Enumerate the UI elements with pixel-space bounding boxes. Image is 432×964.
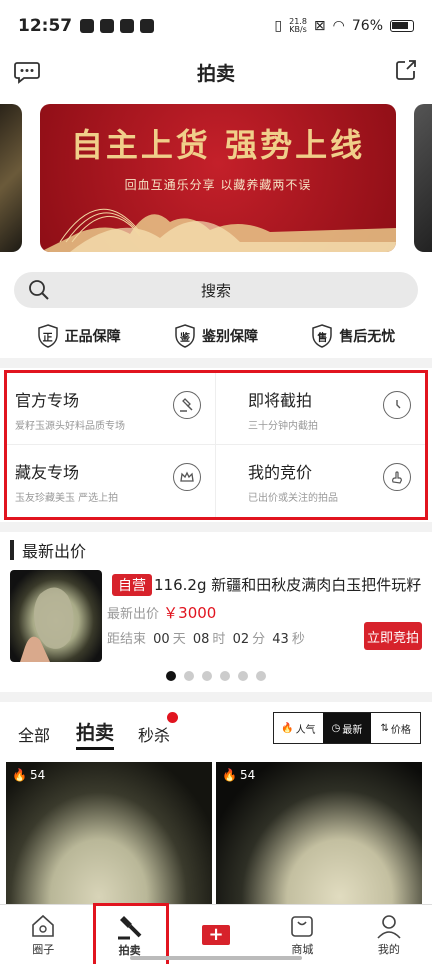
category-tabs: 全部 拍卖 秒杀 🔥 人气 ◷ 最新 ⇅ 价格 bbox=[0, 712, 432, 752]
lot-image[interactable] bbox=[10, 570, 102, 662]
guarantee-appraisal: 鉴 鉴别保障 bbox=[174, 324, 258, 348]
tab-flash-sale[interactable]: 秒杀 bbox=[138, 712, 179, 746]
clock-icon bbox=[383, 391, 411, 419]
section-divider bbox=[0, 522, 432, 532]
home-icon bbox=[32, 914, 55, 937]
search-icon bbox=[28, 279, 50, 305]
flame-icon: 🔥 bbox=[281, 722, 294, 734]
wifi-icon: ◠ bbox=[332, 18, 345, 34]
notification-dot bbox=[167, 712, 179, 723]
bid-hand-icon bbox=[383, 463, 411, 491]
shield-icon: 正 bbox=[37, 324, 59, 348]
feature-my-bids[interactable]: 我的竞价 已出价或关注的拍品 bbox=[216, 445, 425, 517]
popularity-badge: 🔥 54 bbox=[12, 768, 46, 782]
bottom-nav: 圈子 拍卖 + 商城 我的 bbox=[0, 903, 432, 964]
search-label: 搜索 bbox=[200, 281, 231, 300]
message-icon[interactable] bbox=[14, 60, 40, 88]
gavel-icon bbox=[117, 915, 142, 939]
product-card[interactable]: 🔥 54 bbox=[6, 762, 212, 904]
sort-popular[interactable]: 🔥 人气 bbox=[274, 713, 323, 743]
bid-now-button[interactable]: 立即竞拍 bbox=[364, 622, 422, 650]
lot-price: ￥3000 bbox=[163, 604, 217, 622]
banner-prev-peek[interactable] bbox=[0, 104, 22, 252]
search-bar[interactable]: 搜索 bbox=[14, 272, 418, 308]
latest-lot[interactable]: 自营 116.2g 新疆和田秋皮满肉白玉把件玩籽 最新出价 ￥3000 距结束 … bbox=[10, 570, 422, 665]
banner-title: 自主上货 强势上线 bbox=[70, 126, 366, 164]
popularity-badge: 🔥 54 bbox=[222, 768, 256, 782]
carousel-dot[interactable] bbox=[256, 671, 266, 681]
guarantee-aftersale: 售 售后无忧 bbox=[311, 324, 395, 348]
bag-icon bbox=[291, 915, 314, 937]
tab-auction[interactable]: 拍卖 bbox=[76, 718, 115, 750]
page-title: 拍卖 bbox=[196, 62, 235, 85]
countdown: 距结束 00 天 08 时 02 分 43 秒 bbox=[107, 632, 305, 647]
gavel-icon bbox=[173, 391, 201, 419]
battery-icon bbox=[390, 20, 414, 32]
plus-icon: + bbox=[202, 924, 231, 945]
share-icon[interactable] bbox=[394, 58, 418, 86]
carousel-dot[interactable] bbox=[184, 671, 194, 681]
net-speed: 21.8 KB/s bbox=[289, 17, 307, 34]
app-header: 拍卖 bbox=[0, 52, 432, 92]
status-time: 12:57 bbox=[18, 16, 73, 36]
person-icon bbox=[377, 914, 401, 939]
nav-me[interactable]: 我的 bbox=[346, 905, 432, 964]
clock-icon: ◷ bbox=[331, 722, 341, 734]
section-divider bbox=[0, 692, 432, 702]
tiktok-icon bbox=[80, 19, 95, 33]
shield-icon: 售 bbox=[311, 324, 333, 348]
product-grid: 🔥 54 🔥 54 bbox=[0, 762, 432, 904]
feature-official-session[interactable]: 官方专场 爱籽玉源头好料品质专场 bbox=[7, 373, 216, 445]
sort-options: 🔥 人气 ◷ 最新 ⇅ 价格 bbox=[273, 712, 421, 744]
lot-price-row: 最新出价 ￥3000 bbox=[107, 604, 217, 622]
app-notification-icon bbox=[100, 19, 115, 33]
carousel-dot[interactable] bbox=[166, 671, 176, 681]
heading-bar bbox=[10, 540, 14, 560]
battery-percent: 76% bbox=[351, 18, 383, 34]
section-divider bbox=[0, 358, 432, 368]
crown-icon bbox=[173, 463, 201, 491]
feature-grid: 官方专场 爱籽玉源头好料品质专场 即将截拍 三十分钟内截拍 藏友专场 玉友珍藏美… bbox=[4, 370, 428, 520]
guarantee-row: 正 正品保障 鉴 鉴别保障 售 售后无忧 bbox=[0, 318, 432, 354]
flame-icon: 🔥 bbox=[12, 768, 27, 782]
banner-carousel[interactable]: 自主上货 强势上线 回血互通乐分享 以藏养藏两不误 bbox=[0, 104, 432, 252]
feature-collector-session[interactable]: 藏友专场 玉友珍藏美玉 严选上拍 bbox=[7, 445, 216, 517]
crown-notification-icon bbox=[120, 19, 135, 33]
no-sim-icon: ⊠ bbox=[313, 18, 326, 34]
self-operated-tag: 自营 bbox=[112, 574, 152, 596]
shield-icon: 鉴 bbox=[174, 324, 196, 348]
carousel-dot[interactable] bbox=[202, 671, 212, 681]
banner-mountain-art bbox=[40, 208, 396, 252]
message-notification-icon bbox=[140, 19, 155, 33]
sort-newest[interactable]: ◷ 最新 bbox=[322, 713, 372, 743]
carousel-dot[interactable] bbox=[238, 671, 248, 681]
sort-price[interactable]: ⇅ 价格 bbox=[371, 713, 420, 743]
sort-arrows-icon: ⇅ bbox=[380, 722, 389, 734]
vibrate-icon: ▯ bbox=[274, 18, 283, 34]
carousel-dots bbox=[0, 671, 432, 681]
latest-bid-heading: 最新出价 bbox=[10, 538, 86, 562]
flame-icon: 🔥 bbox=[222, 768, 237, 782]
gesture-bar bbox=[130, 956, 302, 960]
banner-slide[interactable]: 自主上货 强势上线 回血互通乐分享 以藏养藏两不误 bbox=[40, 104, 396, 252]
tab-all[interactable]: 全部 bbox=[18, 722, 50, 746]
carousel-dot[interactable] bbox=[220, 671, 230, 681]
guarantee-authentic: 正 正品保障 bbox=[37, 324, 121, 348]
nav-circle[interactable]: 圈子 bbox=[0, 905, 86, 964]
feature-ending-soon[interactable]: 即将截拍 三十分钟内截拍 bbox=[216, 373, 425, 445]
banner-next-peek[interactable] bbox=[414, 104, 432, 252]
status-bar: 12:57 ▯ 21.8 KB/s ⊠ ◠ 76% bbox=[0, 0, 432, 52]
product-card[interactable]: 🔥 54 bbox=[216, 762, 422, 904]
lot-name[interactable]: 116.2g 新疆和田秋皮满肉白玉把件玩籽 bbox=[154, 574, 421, 595]
